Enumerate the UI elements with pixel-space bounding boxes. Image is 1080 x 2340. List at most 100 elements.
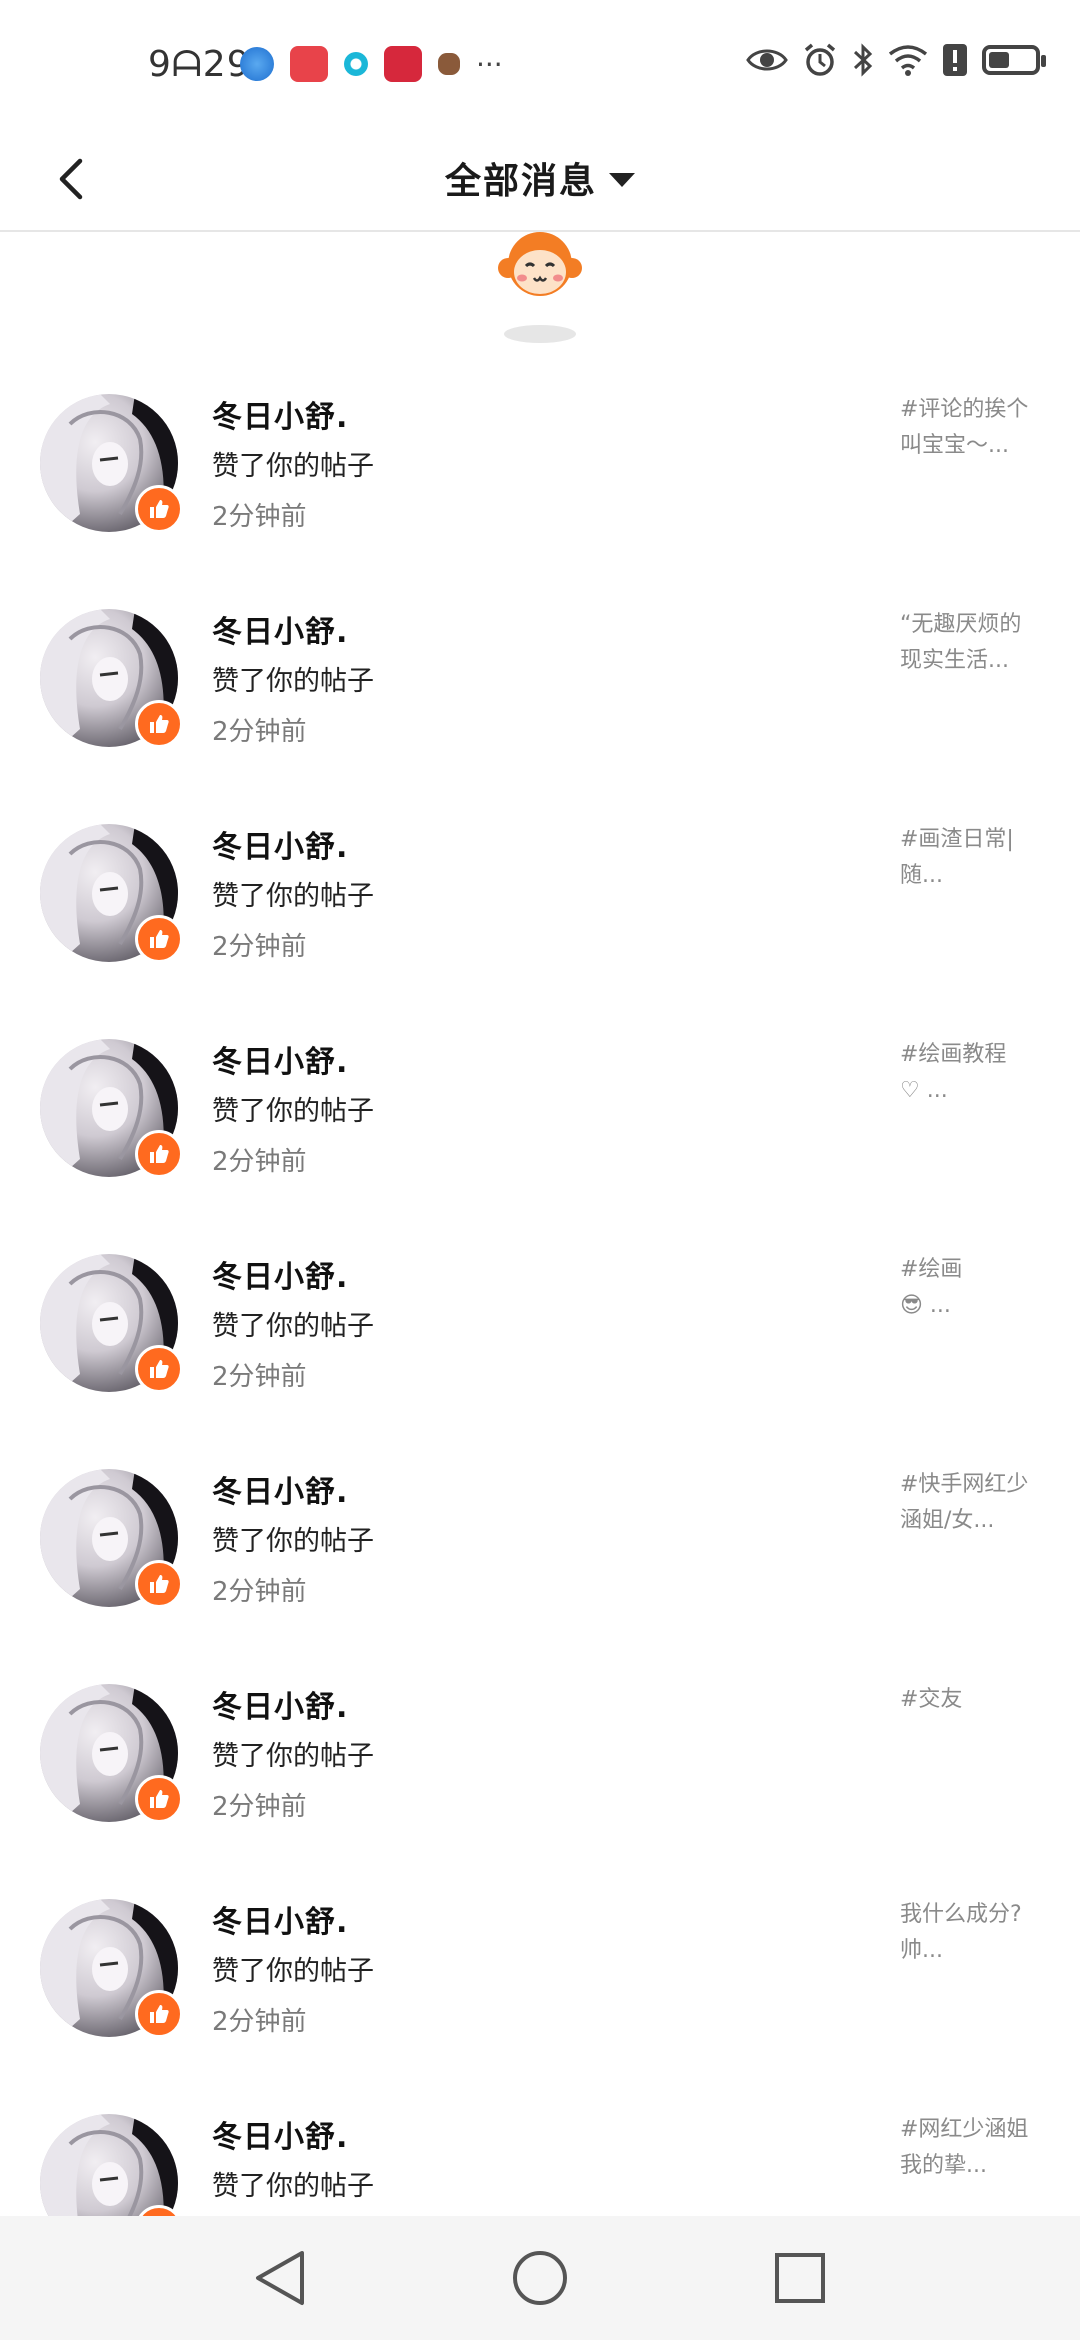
- username[interactable]: 冬日小舒.: [212, 1252, 348, 1296]
- like-badge: [135, 485, 183, 533]
- post-preview-line: #评论的挨个: [900, 397, 1029, 422]
- triangle-back-icon: [256, 2251, 304, 2305]
- username[interactable]: 冬日小舒.: [212, 822, 348, 866]
- notification-action: 赞了你的帖子: [212, 666, 374, 697]
- thumbs-up-icon: [150, 930, 169, 948]
- post-preview-line: 我什么成分?: [900, 1902, 1022, 1927]
- notification-time: 2分钟前: [212, 1147, 307, 1177]
- post-preview[interactable]: #画渣日常| 随...: [900, 822, 1050, 894]
- post-preview[interactable]: 我什么成分? 帅...: [900, 1897, 1050, 1969]
- thumbs-up-icon: [150, 1790, 169, 1808]
- username[interactable]: 冬日小舒.: [212, 1897, 348, 1941]
- nav-home-button[interactable]: [500, 2238, 580, 2318]
- thumbs-up-icon: [150, 1360, 169, 1378]
- username[interactable]: 冬日小舒.: [212, 607, 348, 651]
- notification-icons: ···: [240, 46, 503, 82]
- username[interactable]: 冬日小舒.: [212, 1682, 348, 1726]
- like-badge: [135, 1345, 183, 1393]
- like-badge: [135, 1130, 183, 1178]
- alarm-icon: [804, 43, 836, 76]
- app-icon: [344, 52, 368, 76]
- thumbs-up-icon: [150, 500, 169, 518]
- pet-icon: [438, 53, 460, 75]
- notification-item[interactable]: 冬日小舒. 赞了你的帖子 2分钟前 “无趣厌烦的 现实生活...: [0, 595, 1080, 810]
- message-filter-dropdown[interactable]: 全部消息: [0, 152, 1080, 204]
- post-preview-line: 现实生活...: [900, 648, 1009, 673]
- huawei-appgallery-icon: [290, 46, 328, 82]
- post-preview-line: 😎 ...: [900, 1293, 951, 1318]
- notification-item[interactable]: 冬日小舒. 赞了你的帖子 2分钟前 #画渣日常| 随...: [0, 810, 1080, 1025]
- browser-icon: [240, 47, 274, 81]
- post-preview-line: 叫宝宝～...: [900, 433, 1009, 458]
- notification-action: 赞了你的帖子: [212, 1526, 374, 1557]
- wifi-icon: [888, 45, 928, 76]
- notification-item[interactable]: 冬日小舒. 赞了你的帖子 2分钟前 #交友: [0, 1670, 1080, 1885]
- battery-icon: [982, 45, 1046, 75]
- notification-time: 2分钟前: [212, 1792, 307, 1822]
- notification-time: 2分钟前: [212, 932, 307, 962]
- page-title: 全部消息: [444, 161, 597, 202]
- status-bar: 9ᗩ29 ···: [0, 0, 1080, 130]
- post-preview-line: #绘画教程: [900, 1042, 1007, 1067]
- username[interactable]: 冬日小舒.: [212, 392, 348, 436]
- post-preview[interactable]: #交友: [900, 1682, 1050, 1718]
- notification-action: 赞了你的帖子: [212, 1956, 374, 1987]
- system-nav-bar: [0, 2216, 1080, 2340]
- thumbs-up-icon: [150, 1575, 169, 1593]
- notification-action: 赞了你的帖子: [212, 1311, 374, 1342]
- status-time: 9ᗩ29: [148, 44, 251, 85]
- battery-level: [989, 52, 1009, 68]
- post-preview-line: “无趣厌烦的: [900, 612, 1022, 637]
- post-preview-line: #画渣日常|: [900, 827, 1014, 852]
- post-preview[interactable]: #绘画教程 ♡ ...: [900, 1037, 1050, 1109]
- post-preview-line: 涵姐/女...: [900, 1508, 995, 1533]
- username[interactable]: 冬日小舒.: [212, 1467, 348, 1511]
- header: 全部消息: [0, 130, 1080, 232]
- post-preview-line: 随...: [900, 863, 943, 888]
- notification-item[interactable]: 冬日小舒. 赞了你的帖子 2分钟前 我什么成分? 帅...: [0, 1885, 1080, 2100]
- square-recents-icon: [775, 2253, 825, 2303]
- thumbs-up-icon: [150, 1145, 169, 1163]
- notification-item[interactable]: 冬日小舒. 赞了你的帖子 2分钟前 #快手网红少 涵姐/女...: [0, 1455, 1080, 1670]
- like-badge: [135, 700, 183, 748]
- notification-action: 赞了你的帖子: [212, 1096, 374, 1127]
- post-preview[interactable]: #网红少涵姐 我的挚...: [900, 2112, 1050, 2184]
- post-preview-line: #网红少涵姐: [900, 2117, 1029, 2142]
- like-badge: [135, 1560, 183, 1608]
- post-preview[interactable]: #绘画 😎 ...: [900, 1252, 1050, 1324]
- post-preview-line: 我的挚...: [900, 2153, 987, 2178]
- nav-recents-button[interactable]: [760, 2238, 840, 2318]
- notification-time: 2分钟前: [212, 717, 307, 747]
- notification-action: 赞了你的帖子: [212, 881, 374, 912]
- notification-time: 2分钟前: [212, 1362, 307, 1392]
- notification-list: 冬日小舒. 赞了你的帖子 2分钟前 #评论的挨个 叫宝宝～... 冬日小舒. 赞…: [0, 380, 1080, 2315]
- username[interactable]: 冬日小舒.: [212, 2112, 348, 2156]
- notification-action: 赞了你的帖子: [212, 451, 374, 482]
- thumbs-up-icon: [150, 715, 169, 733]
- mascot-icon: [498, 232, 582, 343]
- caret-down-icon: [609, 173, 635, 187]
- notification-time: 2分钟前: [212, 2007, 307, 2037]
- more-notifications-icon: ···: [476, 47, 503, 81]
- eye-icon: [746, 49, 788, 71]
- post-preview[interactable]: #快手网红少 涵姐/女...: [900, 1467, 1050, 1539]
- notification-item[interactable]: 冬日小舒. 赞了你的帖子 2分钟前 #绘画教程 ♡ ...: [0, 1025, 1080, 1240]
- post-preview-line: 帅...: [900, 1938, 943, 1963]
- bluetooth-icon: [853, 43, 873, 77]
- notification-action: 赞了你的帖子: [212, 2171, 374, 2202]
- post-preview[interactable]: #评论的挨个 叫宝宝～...: [900, 392, 1050, 464]
- post-preview-line: ♡ ...: [900, 1078, 948, 1103]
- like-badge: [135, 1775, 183, 1823]
- like-badge: [135, 1990, 183, 2038]
- username[interactable]: 冬日小舒.: [212, 1037, 348, 1081]
- notification-time: 2分钟前: [212, 502, 307, 532]
- post-preview[interactable]: “无趣厌烦的 现实生活...: [900, 607, 1050, 679]
- nav-back-button[interactable]: [240, 2238, 320, 2318]
- notification-item[interactable]: 冬日小舒. 赞了你的帖子 2分钟前 #评论的挨个 叫宝宝～...: [0, 380, 1080, 595]
- like-badge: [135, 915, 183, 963]
- notification-item[interactable]: 冬日小舒. 赞了你的帖子 2分钟前 #绘画 😎 ...: [0, 1240, 1080, 1455]
- circle-home-icon: [513, 2251, 567, 2305]
- post-preview-line: #快手网红少: [900, 1472, 1029, 1497]
- post-preview-line: #交友: [900, 1687, 963, 1712]
- reader-icon: [384, 46, 422, 82]
